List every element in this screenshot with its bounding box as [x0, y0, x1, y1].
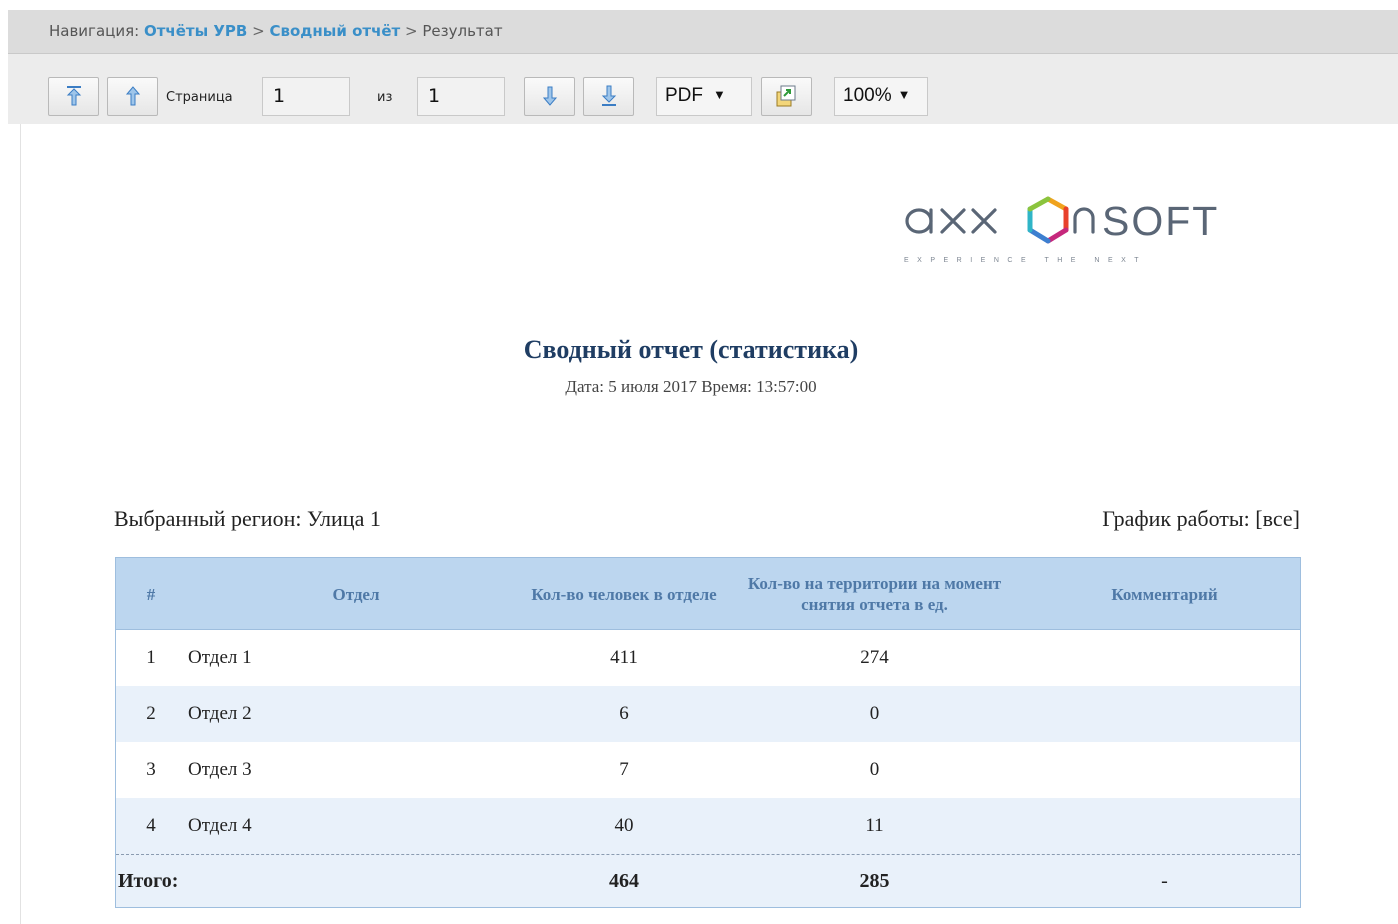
- first-page-icon: [66, 86, 82, 106]
- row-present-count: 0: [869, 759, 880, 780]
- total-pages-field: 1: [417, 77, 505, 116]
- row-comment: [1027, 686, 1302, 742]
- row-comment: [1027, 798, 1302, 854]
- table-row: 3 Отдел 3 7 0: [116, 742, 1300, 798]
- first-page-button[interactable]: [48, 77, 99, 116]
- table-row: 2 Отдел 2 6 0: [116, 686, 1300, 742]
- row-present-count: 0: [869, 703, 880, 724]
- last-page-button[interactable]: [583, 77, 634, 116]
- report-viewer: Навигация: Отчёты УРВ > Сводный отчёт > …: [0, 0, 1398, 924]
- row-number: 1: [146, 647, 156, 668]
- logo-soft-text: SOFT: [1102, 198, 1220, 244]
- report-toolbar: Страница 1 из 1 PDF ▼ 100% ▼: [8, 54, 1398, 124]
- last-page-icon: [601, 85, 617, 106]
- row-department: Отдел 1: [188, 647, 252, 668]
- navigation-bar: Навигация: Отчёты УРВ > Сводный отчёт > …: [8, 10, 1398, 54]
- table-row: 4 Отдел 4 40 11: [116, 798, 1300, 854]
- row-department: Отдел 3: [188, 759, 252, 780]
- breadcrumb-separator: >: [405, 22, 418, 40]
- row-present-count: 274: [860, 647, 889, 668]
- header-number: #: [146, 584, 156, 604]
- row-employee-count: 411: [610, 647, 638, 668]
- header-employee-count: Кол-во человек в отделе: [531, 584, 717, 604]
- row-employee-count: 40: [614, 815, 634, 836]
- row-comment: [1027, 742, 1302, 798]
- row-number: 2: [146, 703, 156, 724]
- row-present-count: 11: [865, 815, 884, 836]
- report-date: Дата: 5 июля 2017 Время: 13:57:00: [565, 377, 817, 396]
- total-label: Итого:: [118, 870, 179, 892]
- row-comment: [1027, 630, 1302, 686]
- report-title: Сводный отчет (статистика): [523, 335, 859, 364]
- breadcrumb-current: Результат: [422, 22, 503, 40]
- page-number-input[interactable]: 1: [262, 77, 350, 116]
- table-row: 1 Отдел 1 411 274: [116, 630, 1300, 686]
- breadcrumb-separator: >: [252, 22, 265, 40]
- total-present-count: 285: [859, 870, 890, 892]
- export-icon: [776, 85, 796, 107]
- selected-region: Выбранный регион: Улица 1: [114, 506, 381, 531]
- breadcrumb-link-summary[interactable]: Сводный отчёт: [269, 22, 400, 40]
- export-button[interactable]: [761, 77, 812, 116]
- total-comment: -: [1161, 870, 1168, 892]
- row-employee-count: 7: [619, 759, 629, 780]
- total-employee-count: 464: [609, 870, 639, 892]
- zoom-select[interactable]: 100% ▼: [834, 77, 928, 116]
- table-total-row: Итого: 464 285 -: [116, 854, 1300, 907]
- export-format-value: PDF: [665, 85, 703, 106]
- header-present-count: Кол-во на территории на момент снятия от…: [747, 574, 1002, 614]
- arrow-up-icon: [125, 86, 141, 106]
- zoom-value: 100%: [843, 85, 892, 106]
- row-department: Отдел 2: [188, 703, 252, 724]
- dropdown-arrow-icon: ▼: [897, 87, 911, 102]
- of-label: из: [377, 90, 393, 105]
- table-header: # Отдел Кол-во человек в отделе Кол-во н…: [116, 558, 1300, 630]
- row-department: Отдел 4: [188, 815, 252, 836]
- logo-tagline: EXPERIENCE THE NEXT: [904, 257, 1148, 264]
- report-page: SOFT EXPERIENCE THE NEXT Сводный отчет (…: [20, 124, 1398, 924]
- export-format-select[interactable]: PDF ▼: [656, 77, 752, 116]
- row-number: 3: [146, 759, 156, 780]
- company-logo: SOFT EXPERIENCE THE NEXT: [901, 194, 1241, 274]
- summary-table: # Отдел Кол-во человек в отделе Кол-во н…: [115, 557, 1301, 908]
- arrow-down-icon: [542, 86, 558, 106]
- dropdown-arrow-icon: ▼: [713, 87, 726, 102]
- next-page-button[interactable]: [524, 77, 575, 116]
- previous-page-button[interactable]: [107, 77, 158, 116]
- breadcrumb-link-reports[interactable]: Отчёты УРВ: [144, 22, 247, 40]
- header-department: Отдел: [332, 584, 380, 604]
- page-label: Страница: [166, 90, 233, 105]
- row-employee-count: 6: [619, 703, 629, 724]
- header-comment: Комментарий: [1111, 584, 1218, 604]
- row-number: 4: [146, 815, 156, 836]
- breadcrumb: Навигация: Отчёты УРВ > Сводный отчёт > …: [49, 22, 503, 40]
- work-schedule: График работы: [все]: [1102, 506, 1300, 531]
- breadcrumb-prefix: Навигация:: [49, 22, 140, 40]
